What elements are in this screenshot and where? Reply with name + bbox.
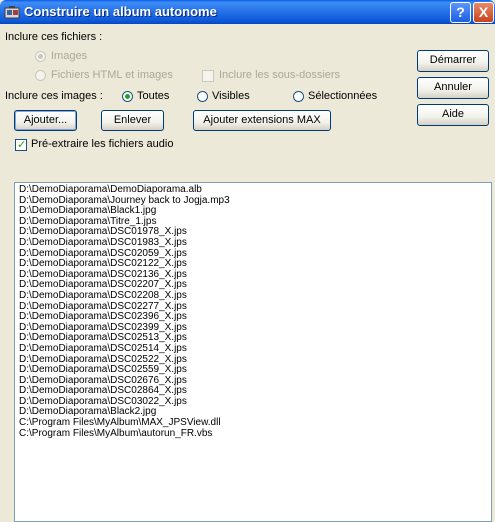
subfolders-checkbox[interactable] xyxy=(202,70,214,82)
radio-visible[interactable] xyxy=(197,91,208,102)
file-list: D:\DemoDiaporama\DemoDiaporama.alb D:\Dem… xyxy=(19,184,230,440)
subfolders-label: Inclure les sous-dossiers xyxy=(219,69,341,81)
remove-button[interactable]: Enlever xyxy=(101,110,164,131)
add-max-extensions-button[interactable]: Ajouter extensions MAX xyxy=(193,110,331,131)
window-title: Construire un album autonome xyxy=(24,4,217,19)
app-icon xyxy=(4,4,20,20)
radio-dot xyxy=(125,94,130,99)
file-listbox[interactable]: D:\DemoDiaporama\DemoDiaporama.alb D:\Dem… xyxy=(14,182,492,522)
dialog-window: Construire un album autonome ? X Inclure… xyxy=(0,0,495,522)
file-list-item[interactable]: D:\DemoDiaporama\DemoDiaporama.alb xyxy=(19,184,230,196)
radio-selected-label: Sélectionnées xyxy=(308,90,378,102)
cancel-button[interactable]: Annuler xyxy=(417,77,489,99)
file-list-item[interactable]: D:\DemoDiaporama\DSC02514_X.jps xyxy=(19,343,230,355)
files-group-label: Inclure ces fichiers : xyxy=(5,31,103,43)
add-button[interactable]: Ajouter... xyxy=(14,110,77,131)
checkmark-icon: ✓ xyxy=(17,139,27,151)
file-list-item[interactable]: D:\DemoDiaporama\DSC01983_X.jps xyxy=(19,237,230,249)
radio-images[interactable] xyxy=(35,51,46,62)
radio-html-images[interactable] xyxy=(35,70,46,81)
radio-selected[interactable] xyxy=(293,91,304,102)
start-button[interactable]: Démarrer xyxy=(417,50,489,72)
title-bar[interactable]: Construire un album autonome ? X xyxy=(0,0,495,24)
preextract-checkbox[interactable]: ✓ xyxy=(15,139,27,151)
close-button[interactable]: X xyxy=(473,2,494,23)
help-title-button[interactable]: ? xyxy=(450,2,471,23)
radio-visible-label: Visibles xyxy=(212,90,250,102)
file-list-item[interactable]: D:\DemoDiaporama\DSC02208_X.jps xyxy=(19,290,230,302)
radio-html-images-label: Fichiers HTML et images xyxy=(51,69,173,81)
help-button[interactable]: Aide xyxy=(417,104,489,126)
radio-images-label: Images xyxy=(51,50,88,62)
radio-all[interactable] xyxy=(122,91,133,102)
preextract-label: Pré-extraire les fichiers audio xyxy=(31,138,174,150)
radio-all-label: Toutes xyxy=(137,90,170,102)
file-list-item[interactable]: C:\Program Files\MyAlbum\autorun_FR.vbs xyxy=(19,428,230,440)
radio-dot xyxy=(38,54,43,59)
images-group-label: Inclure ces images : xyxy=(5,90,103,102)
